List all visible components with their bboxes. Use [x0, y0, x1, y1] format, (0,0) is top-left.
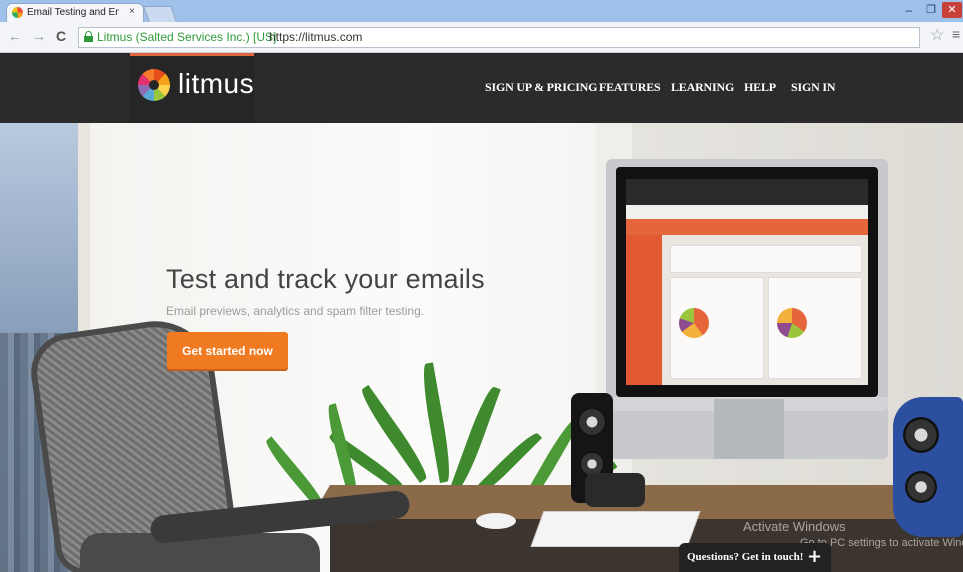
- mouse: [476, 513, 516, 529]
- site-header: litmus SIGN UP & PRICING FEATURES LEARNI…: [0, 53, 963, 123]
- speaker-right: [893, 397, 963, 537]
- minimize-button[interactable]: –: [902, 3, 916, 17]
- bookmark-star-icon[interactable]: ☆: [930, 25, 944, 45]
- nav-learning[interactable]: LEARNING: [671, 80, 734, 95]
- browser-menu-icon[interactable]: ≡: [952, 26, 960, 42]
- chat-label: Questions? Get in touch!: [687, 551, 804, 563]
- url-text: https://litmus.com: [269, 30, 363, 44]
- forward-arrow-icon[interactable]: →: [32, 28, 46, 44]
- tab-title: Email Testing and Email M: [27, 7, 119, 18]
- litmus-flower-icon: [138, 69, 170, 101]
- plus-icon: +: [807, 546, 823, 567]
- nav-sign-in[interactable]: SIGN IN: [791, 80, 835, 95]
- imac-monitor: [606, 159, 888, 459]
- browser-toolbar: ← → C Litmus (Salted Services Inc.) [US]…: [0, 22, 963, 53]
- browser-titlebar: Email Testing and Email M × – ❐ ✕: [0, 0, 963, 23]
- monitor-stand: [714, 399, 784, 459]
- close-window-button[interactable]: ✕: [942, 2, 962, 18]
- desk-phone: [585, 473, 645, 507]
- back-arrow-icon[interactable]: ←: [8, 28, 22, 44]
- questions-chat-button[interactable]: Questions? Get in touch! +: [679, 543, 831, 572]
- logo-text: litmus: [178, 68, 255, 99]
- dashboard-screenshot: [626, 179, 868, 385]
- hero-title: Test and track your emails: [166, 264, 485, 294]
- hero-section: Test and track your emails Email preview…: [0, 123, 963, 572]
- maximize-button[interactable]: ❐: [924, 3, 938, 17]
- lock-icon: [84, 31, 93, 42]
- activate-windows-title: Activate Windows: [743, 519, 846, 534]
- litmus-logo[interactable]: litmus: [130, 53, 254, 123]
- nav-sign-up-pricing[interactable]: SIGN UP & PRICING: [485, 80, 597, 95]
- nav-features[interactable]: FEATURES: [599, 80, 661, 95]
- hero-subtitle: Email previews, analytics and spam filte…: [166, 304, 425, 318]
- secure-identity-label: Litmus (Salted Services Inc.) [US]: [97, 30, 277, 44]
- tab-close-icon[interactable]: ×: [129, 6, 135, 17]
- address-bar[interactable]: Litmus (Salted Services Inc.) [US] https…: [78, 27, 920, 48]
- new-tab-button[interactable]: [143, 6, 177, 22]
- nav-help[interactable]: HELP: [744, 80, 776, 95]
- reload-icon[interactable]: C: [56, 28, 66, 44]
- browser-tab[interactable]: Email Testing and Email M ×: [6, 3, 144, 23]
- get-started-button[interactable]: Get started now: [167, 332, 288, 369]
- litmus-favicon-icon: [12, 7, 23, 18]
- keyboard: [530, 511, 701, 547]
